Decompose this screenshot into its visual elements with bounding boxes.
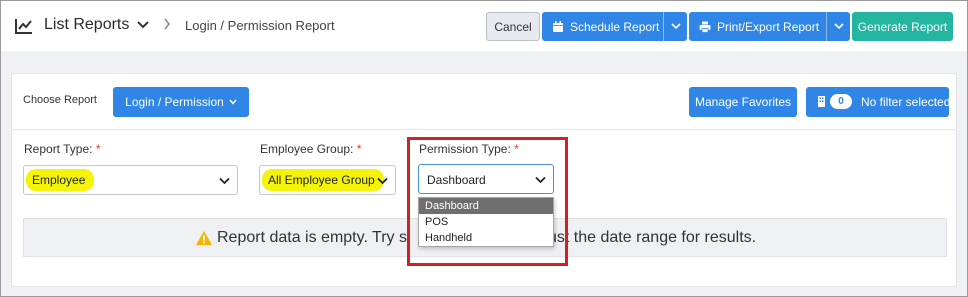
printer-icon: [699, 21, 711, 33]
print-export-button[interactable]: Print/Export Report: [689, 12, 850, 41]
filter-button[interactable]: 0 No filter selected: [806, 87, 951, 117]
divider: [12, 129, 956, 130]
filter-label: No filter selected: [861, 95, 951, 109]
required-mark: *: [356, 142, 362, 156]
generate-report-label: Generate Report: [857, 19, 948, 34]
manage-favorites-label: Manage Favorites: [694, 95, 792, 109]
filter-icon: [818, 96, 825, 107]
chart-line-icon: [15, 19, 32, 34]
chevron-down-icon: [219, 177, 230, 185]
choose-report-label: Choose Report: [23, 94, 97, 106]
report-type-label: Report Type: *: [24, 142, 101, 156]
chevron-down-icon: [377, 177, 388, 185]
employee-group-value: All Employee Group: [262, 169, 384, 191]
chevron-right-icon: [164, 18, 170, 30]
print-export-dropdown-toggle[interactable]: [826, 12, 850, 41]
employee-group-select[interactable]: All Employee Group: [259, 165, 396, 195]
empty-state-text-end: ust the date range for results.: [548, 229, 757, 246]
schedule-report-button[interactable]: Schedule Report: [542, 12, 687, 41]
empty-state-text-start: Report data is empty. Try s: [217, 229, 407, 246]
print-export-label: Print/Export Report: [717, 19, 820, 34]
schedule-report-label: Schedule Report: [570, 19, 660, 34]
calendar-icon: [553, 20, 563, 32]
chevron-down-icon: [670, 23, 681, 30]
chevron-down-icon: [833, 23, 844, 30]
schedule-report-dropdown-toggle[interactable]: [663, 12, 687, 41]
report-type-select[interactable]: Employee: [23, 165, 238, 195]
employee-group-label: Employee Group: *: [260, 142, 361, 156]
breadcrumb: Login / Permission Report: [185, 18, 335, 33]
generate-report-button[interactable]: Generate Report: [852, 12, 953, 41]
required-mark: *: [95, 142, 101, 156]
filter-count-badge: 0: [830, 94, 852, 109]
manage-favorites-button[interactable]: Manage Favorites: [689, 87, 797, 117]
chevron-down-icon: [229, 99, 237, 105]
choose-report-dropdown[interactable]: Login / Permission: [113, 87, 249, 117]
chevron-down-icon[interactable]: [137, 20, 149, 30]
cancel-button-label: Cancel: [494, 19, 532, 34]
employee-group-label-text: Employee Group:: [260, 142, 354, 156]
page-title[interactable]: List Reports: [44, 16, 129, 34]
warning-icon: [196, 231, 212, 245]
cancel-button[interactable]: Cancel: [486, 12, 540, 41]
report-type-value: Employee: [26, 169, 95, 191]
annotation-highlight-box: [407, 137, 568, 266]
report-type-label-text: Report Type:: [24, 142, 93, 156]
choose-report-value: Login / Permission: [125, 95, 224, 109]
